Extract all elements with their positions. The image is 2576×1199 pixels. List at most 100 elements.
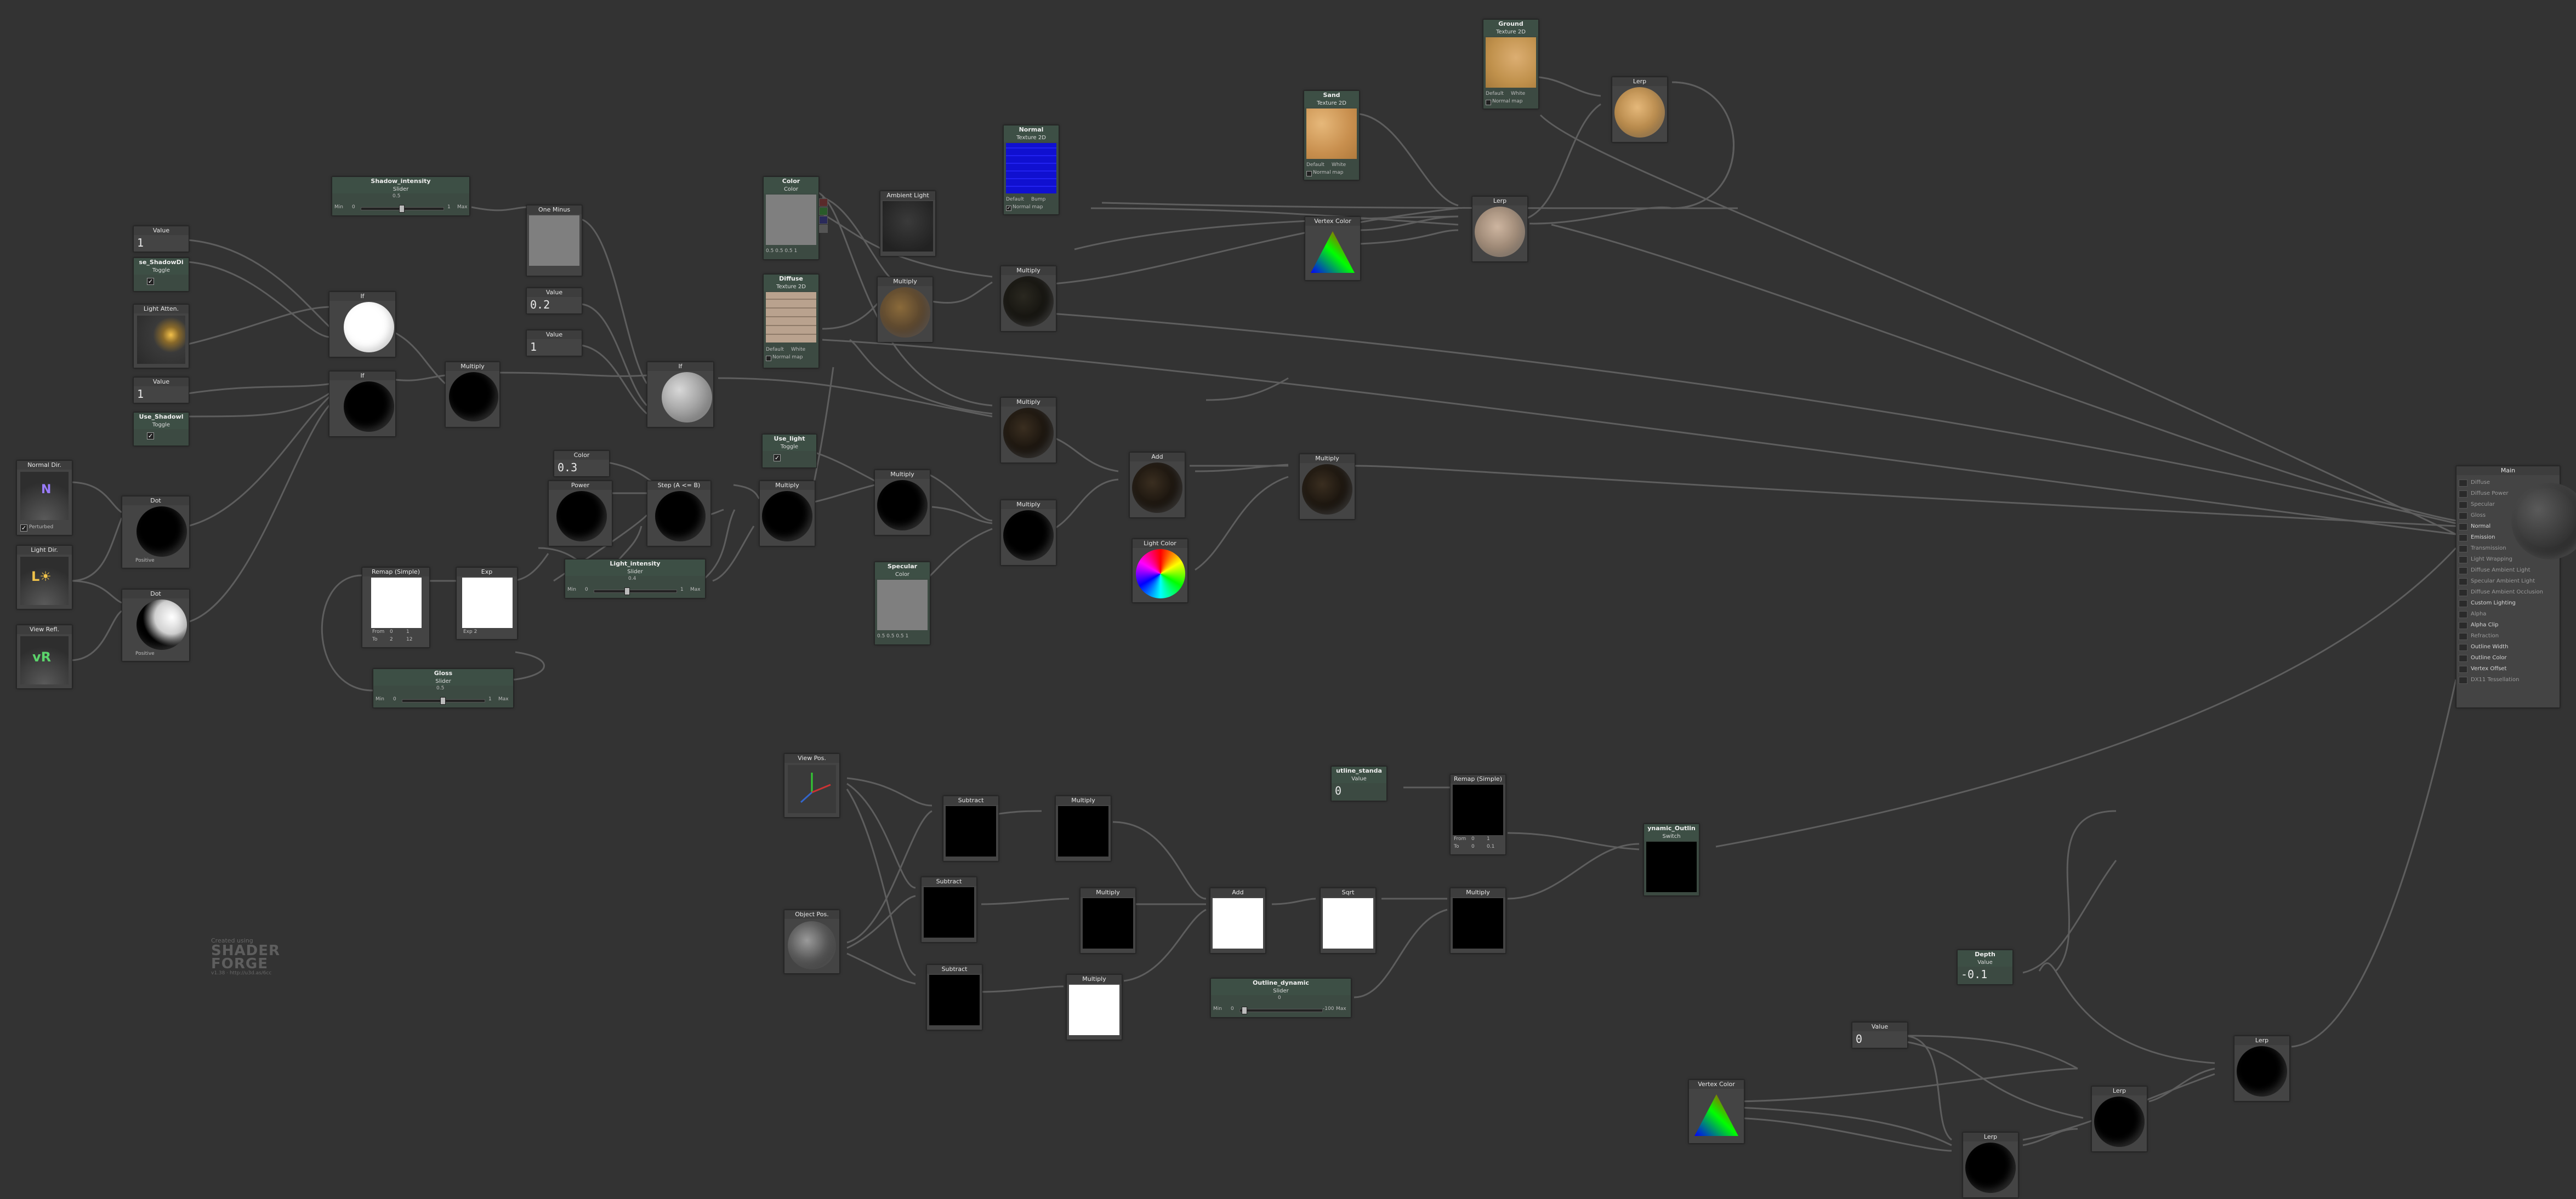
normal-map-checkbox[interactable] — [766, 356, 771, 361]
use-shadowdir-toggle-node[interactable]: se_ShadowDi Toggle ✓ — [133, 258, 189, 292]
port-a[interactable] — [819, 225, 828, 233]
specular-color-node[interactable]: Specular Color 0.5 0.5 0.5 1 — [874, 562, 930, 645]
main-input-specular-ambient-light[interactable]: Specular Ambient Light — [2456, 576, 2560, 587]
use-light-toggle-node[interactable]: Use_light Toggle ✓ — [762, 434, 817, 468]
multiply-node[interactable]: Multiply — [1055, 796, 1111, 861]
main-input-diffuse[interactable]: Diffuse — [2456, 477, 2560, 488]
toggle-checkbox[interactable]: ✓ — [147, 432, 154, 439]
texture-default-value[interactable]: Bump — [1031, 197, 1045, 202]
multiply-node[interactable]: Multiply — [1000, 397, 1056, 463]
light-dir-node[interactable]: Light Dir. L☀ — [16, 545, 72, 609]
slider-min[interactable]: 0 — [352, 204, 355, 210]
main-input-alpha[interactable]: Alpha — [2456, 609, 2560, 620]
input-port[interactable] — [2459, 545, 2467, 552]
remap-to-b[interactable]: 12 — [406, 637, 412, 642]
input-port[interactable] — [2459, 490, 2467, 498]
depth-value-node[interactable]: Depth Value -0.1 — [1957, 950, 2013, 985]
main-input-normal[interactable]: Normal — [2456, 521, 2560, 532]
sqrt-node[interactable]: Sqrt — [1320, 888, 1376, 954]
multiply-node[interactable]: Multiply — [1066, 974, 1122, 1040]
main-input-diffuse-ambient-light[interactable]: Diffuse Ambient Light — [2456, 565, 2560, 576]
view-pos-node[interactable]: View Pos. — [784, 753, 840, 818]
dot-mode[interactable]: Positive — [135, 651, 155, 656]
power-node[interactable]: Power — [548, 481, 612, 546]
remap-simple-node[interactable]: Remap (Simple) From 0 1 To 0 0.1 — [1450, 774, 1506, 855]
value-node[interactable]: Value 1 — [526, 330, 582, 356]
main-input-specular[interactable]: Specular — [2456, 499, 2560, 510]
remap-from-a[interactable]: 0 — [1471, 836, 1475, 842]
lerp-node[interactable]: Lerp — [2091, 1086, 2147, 1152]
multiply-node[interactable]: Multiply — [1000, 266, 1056, 332]
step-node[interactable]: Step (A <= B) — [647, 481, 711, 546]
input-port[interactable] — [2459, 567, 2467, 574]
outline-standard-value-node[interactable]: utline_standa Value 0 — [1331, 766, 1387, 801]
slider-track[interactable] — [1239, 1009, 1323, 1012]
value-field[interactable]: 0.3 — [558, 461, 577, 474]
main-input-vertex-offset[interactable]: Vertex Offset — [2456, 664, 2560, 675]
dynamic-outline-switch-node[interactable]: ynamic_Outlin Switch — [1644, 824, 1699, 896]
remap-to-a[interactable]: 0 — [1471, 844, 1475, 849]
normal-dir-node[interactable]: Normal Dir. N ✓ Perturbed — [16, 460, 72, 535]
lerp-node[interactable]: Lerp — [1612, 77, 1668, 142]
multiply-node[interactable]: Multiply — [874, 470, 930, 535]
input-port[interactable] — [2459, 523, 2467, 530]
multiply-node[interactable]: Multiply — [445, 362, 500, 427]
normal-texture-preview[interactable] — [1006, 143, 1056, 193]
value-node[interactable]: Value 1 — [133, 377, 189, 403]
if-node[interactable]: If — [647, 362, 714, 427]
multiply-node[interactable]: Multiply — [1080, 888, 1136, 954]
slider-max[interactable]: 1 — [447, 204, 451, 210]
main-input-outline-color[interactable]: Outline Color — [2456, 653, 2560, 664]
slider-min[interactable]: 0 — [585, 587, 588, 592]
remap-simple-node[interactable]: Remap (Simple) From 0 1 To 2 12 — [362, 567, 430, 648]
multiply-node[interactable]: Multiply — [1450, 888, 1506, 954]
remap-from-a[interactable]: 0 — [390, 629, 393, 635]
lerp-node[interactable]: Lerp — [1472, 196, 1528, 262]
slider-min[interactable]: 0 — [1231, 1006, 1234, 1012]
sand-texture-node[interactable]: Sand Texture 2D Default White Normal map — [1304, 90, 1360, 180]
light-color-node[interactable]: Light Color — [1132, 539, 1188, 603]
light-intensity-slider-node[interactable]: Light_intensity Slider 0.4 Min 0 1 Max — [565, 559, 706, 598]
multiply-node[interactable]: Multiply — [1299, 454, 1355, 519]
use-shadowlevel-toggle-node[interactable]: Use_Shadowl Toggle ✓ — [133, 412, 189, 446]
multiply-node[interactable]: Multiply — [1000, 500, 1056, 566]
exp-mode[interactable]: Exp 2 — [463, 629, 477, 635]
toggle-checkbox[interactable]: ✓ — [147, 278, 154, 285]
texture-default-value[interactable]: White — [1332, 162, 1346, 168]
slider-max[interactable]: 1 — [680, 587, 684, 592]
normal-map-checkbox[interactable] — [1306, 171, 1312, 176]
input-port[interactable] — [2459, 644, 2467, 651]
color-values[interactable]: 0.5 0.5 0.5 1 — [766, 248, 797, 254]
main-input-outline-width[interactable]: Outline Width — [2456, 642, 2560, 653]
subtract-node[interactable]: Subtract — [921, 877, 977, 943]
color-swatch[interactable] — [877, 580, 928, 630]
light-atten-node[interactable]: Light Atten. — [133, 304, 189, 368]
value-field[interactable]: 1 — [137, 236, 144, 249]
color-swatch[interactable] — [766, 195, 816, 245]
input-port[interactable] — [2459, 578, 2467, 585]
sand-texture-preview[interactable] — [1306, 109, 1357, 159]
input-port[interactable] — [2459, 666, 2467, 673]
value-field[interactable]: -0.1 — [1961, 968, 1987, 981]
input-port[interactable] — [2459, 512, 2467, 519]
main-input-light-wrapping[interactable]: Light Wrapping — [2456, 554, 2560, 565]
input-port[interactable] — [2459, 611, 2467, 618]
multiply-node[interactable]: Multiply — [759, 481, 815, 546]
main-input-diffuse-ambient-occlusion[interactable]: Diffuse Ambient Occlusion — [2456, 587, 2560, 598]
add-node[interactable]: Add — [1129, 452, 1185, 518]
main-input-alpha-clip[interactable]: Alpha Clip — [2456, 620, 2560, 631]
input-port[interactable] — [2459, 479, 2467, 487]
main-input-refraction[interactable]: Refraction — [2456, 631, 2560, 642]
input-port[interactable] — [2459, 589, 2467, 596]
perturbed-checkbox[interactable]: ✓ — [20, 524, 27, 532]
dot-mode[interactable]: Positive — [135, 558, 155, 563]
main-input-gloss[interactable]: Gloss — [2456, 510, 2560, 521]
input-port[interactable] — [2459, 534, 2467, 541]
normal-map-checkbox[interactable]: ✓ — [1006, 205, 1011, 211]
value-field[interactable]: 1 — [137, 387, 144, 401]
dot-node[interactable]: Dot Positive — [122, 496, 190, 568]
subtract-node[interactable]: Subtract — [943, 796, 999, 861]
slider-max[interactable]: -100 — [1323, 1006, 1334, 1012]
value-node[interactable]: Value 0 — [1852, 1022, 1908, 1048]
slider-knob[interactable] — [440, 697, 446, 705]
